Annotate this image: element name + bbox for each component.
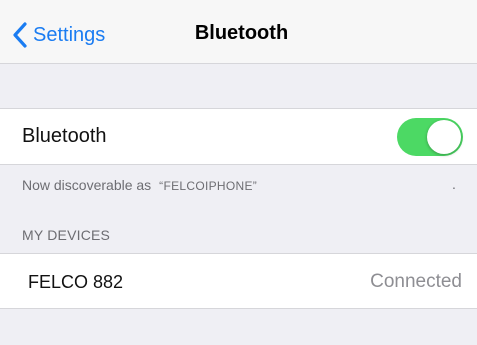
bluetooth-row-label: Bluetooth — [22, 125, 107, 147]
discoverable-prefix: Now discoverable as — [22, 177, 152, 193]
device-status: Connected — [370, 271, 462, 292]
discoverable-note: Now discoverable as “FELCOIPHONE” — [22, 177, 257, 193]
my-devices-header: MY DEVICES — [22, 227, 111, 243]
page-title: Bluetooth — [194, 22, 289, 44]
toggle-knob — [427, 120, 461, 154]
device-row[interactable]: FELCO 882 Connected — [0, 253, 477, 309]
navigation-bar: Settings Bluetooth — [0, 0, 477, 64]
discoverable-device-name: “FELCOIPHONE” — [159, 179, 258, 193]
device-name: FELCO 882 — [28, 272, 124, 292]
bluetooth-row: Bluetooth — [0, 108, 477, 165]
bluetooth-toggle[interactable] — [397, 118, 463, 156]
discoverable-trailing: . — [452, 176, 456, 192]
